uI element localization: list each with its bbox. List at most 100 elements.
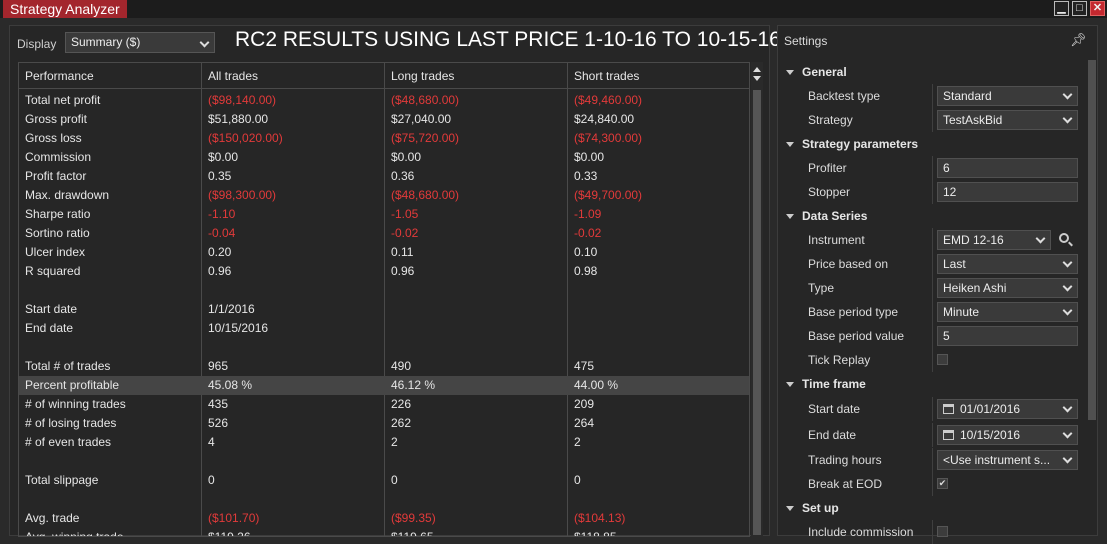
collapse-icon (786, 142, 794, 147)
include-commission-checkbox[interactable] (937, 526, 948, 537)
table-row[interactable] (19, 452, 749, 471)
row-value: $0.00 (208, 150, 239, 164)
type-select[interactable]: Heiken Ashi (937, 278, 1078, 298)
window-title: Strategy Analyzer (3, 0, 127, 18)
table-row[interactable]: Commission $0.00 $0.00 $0.00 (19, 148, 749, 167)
base-period-type-select[interactable]: Minute (937, 302, 1078, 322)
table-row[interactable]: Total # of trades 965 490 475 (19, 357, 749, 376)
row-value: 490 (391, 359, 412, 373)
table-row[interactable]: # of losing trades 526 262 264 (19, 414, 749, 433)
row-value: -1.10 (208, 207, 236, 221)
column-header-long-trades[interactable]: Long trades (385, 63, 568, 89)
row-value: 965 (208, 359, 229, 373)
profiter-input[interactable]: 6 (937, 158, 1078, 178)
title-bar: Strategy Analyzer ▁ □ ✕ (0, 0, 1107, 18)
scroll-down-icon[interactable] (753, 76, 761, 81)
row-value: 10/15/2016 (208, 321, 269, 335)
collapse-icon (786, 214, 794, 219)
table-row[interactable]: Total net profit ($98,140.00) ($48,680.00)… (19, 91, 749, 110)
display-label: Display (17, 37, 57, 51)
row-label: # of losing trades (25, 416, 117, 430)
row-value: -0.02 (391, 226, 419, 240)
row-value: 0.96 (208, 264, 232, 278)
close-button[interactable]: ✕ (1090, 1, 1105, 16)
table-row[interactable] (19, 338, 749, 357)
backtest-type-select[interactable]: Standard (937, 86, 1078, 106)
row-value: 209 (574, 397, 595, 411)
row-value: $27,040.00 (391, 112, 452, 126)
table-row[interactable] (19, 490, 749, 509)
table-row[interactable] (19, 281, 749, 300)
scroll-up-icon[interactable] (753, 67, 761, 72)
minimize-button[interactable]: ▁ (1054, 1, 1069, 16)
end-date-picker[interactable]: 10/15/2016 (937, 425, 1078, 445)
section-strategy-parameters[interactable]: Strategy parameters (778, 132, 1087, 156)
row-label: Gross loss (25, 131, 82, 145)
table-row[interactable]: Avg. trade ($101.70) ($99.35) ($104.13) (19, 509, 749, 528)
table-row[interactable]: Start date 1/1/2016 (19, 300, 749, 319)
start-date-picker[interactable]: 01/01/2016 (937, 399, 1078, 419)
chevron-down-icon (1062, 428, 1073, 439)
prop-backtest-type: Backtest type Standard (778, 84, 1087, 108)
chevron-down-icon (1062, 453, 1073, 464)
grid-scrollbar[interactable] (751, 62, 763, 537)
table-row[interactable]: Max. drawdown ($98,300.00) ($48,680.00) ($4… (19, 186, 749, 205)
prop-instrument: Instrument EMD 12-16 (778, 228, 1087, 252)
table-row[interactable]: Ulcer index 0.20 0.11 0.10 (19, 243, 749, 262)
prop-strategy: Strategy TestAskBid (778, 108, 1087, 132)
row-value: 4 (208, 435, 215, 449)
table-row[interactable]: Gross loss ($150,020.00) ($75,720.00) ($74,… (19, 129, 749, 148)
table-row[interactable]: Profit factor 0.35 0.36 0.33 (19, 167, 749, 186)
scrollbar-thumb[interactable] (1088, 60, 1096, 420)
column-header-all-trades[interactable]: All trades (202, 63, 385, 89)
section-time-frame[interactable]: Time frame (778, 372, 1087, 396)
chevron-down-icon (1062, 89, 1073, 100)
row-value: 226 (391, 397, 412, 411)
section-general[interactable]: General (778, 60, 1087, 84)
row-value (385, 281, 391, 300)
row-label: Ulcer index (25, 245, 86, 259)
column-header-short-trades[interactable]: Short trades (568, 63, 749, 89)
chevron-down-icon (1062, 113, 1073, 124)
stopper-input[interactable]: 12 (937, 182, 1078, 202)
table-row[interactable]: Sortino ratio -0.04 -0.02 -0.02 (19, 224, 749, 243)
prop-profiter: Profiter 6 (778, 156, 1087, 180)
table-row[interactable]: End date 10/15/2016 (19, 319, 749, 338)
table-row[interactable]: # of even trades 4 2 2 (19, 433, 749, 452)
section-set-up[interactable]: Set up (778, 496, 1087, 520)
row-label (19, 338, 25, 357)
row-value: ($48,680.00) (391, 93, 460, 107)
row-value: 0.10 (574, 245, 598, 259)
maximize-button[interactable]: □ (1072, 1, 1087, 16)
trading-hours-select[interactable]: <Use instrument s... (937, 450, 1078, 470)
pin-icon[interactable]: 📌︎ (1070, 32, 1087, 48)
table-row[interactable]: Total slippage 0 0 0 (19, 471, 749, 490)
display-select[interactable]: Summary ($) (65, 32, 215, 53)
table-row[interactable]: # of winning trades 435 226 209 (19, 395, 749, 414)
table-row[interactable]: R squared 0.96 0.96 0.98 (19, 262, 749, 281)
instrument-select[interactable]: EMD 12-16 (937, 230, 1051, 250)
prop-base-period-type: Base period type Minute (778, 300, 1087, 324)
section-data-series[interactable]: Data Series (778, 204, 1087, 228)
row-value (385, 300, 391, 319)
break-at-eod-checkbox[interactable]: ✔ (937, 478, 948, 489)
search-icon[interactable] (1059, 233, 1069, 243)
settings-scrollbar[interactable] (1087, 56, 1097, 536)
table-row[interactable]: Gross profit $51,880.00 $27,040.00 $24,840.… (19, 110, 749, 129)
row-label: End date (25, 321, 74, 335)
price-based-on-select[interactable]: Last (937, 254, 1078, 274)
row-label: # of even trades (25, 435, 112, 449)
tick-replay-checkbox[interactable] (937, 354, 948, 365)
row-value: 0.96 (391, 264, 415, 278)
row-value: 264 (574, 416, 595, 430)
strategy-select[interactable]: TestAskBid (937, 110, 1078, 130)
row-value: ($99.35) (391, 511, 436, 525)
row-label: Avg. trade (25, 511, 80, 525)
base-period-value-input[interactable]: 5 (937, 326, 1078, 346)
column-header-performance[interactable]: Performance (19, 63, 202, 89)
scrollbar-thumb[interactable] (753, 90, 761, 535)
row-value: ($49,700.00) (574, 188, 643, 202)
table-row[interactable]: Sharpe ratio -1.10 -1.05 -1.09 (19, 205, 749, 224)
chevron-down-icon (1062, 402, 1073, 413)
table-row[interactable]: Percent profitable 45.08 % 46.12 % 44.00 % (19, 376, 749, 395)
